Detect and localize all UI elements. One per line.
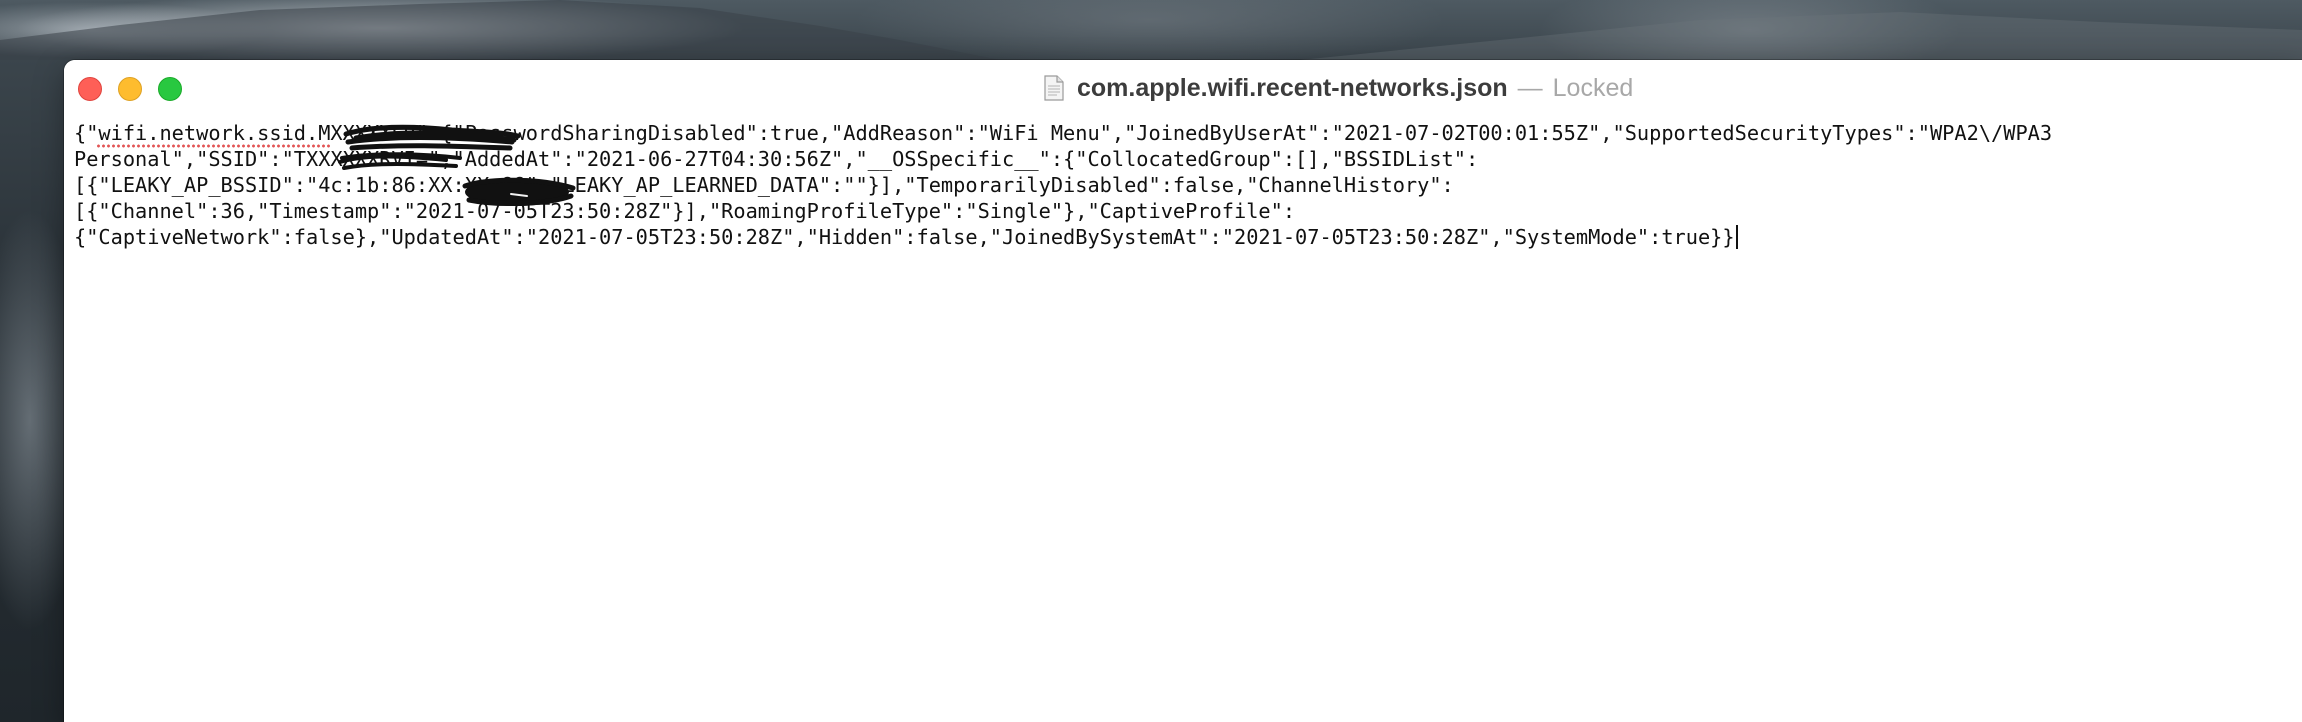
document-icon[interactable]: [1044, 75, 1064, 101]
zoom-button[interactable]: [158, 77, 182, 101]
window-title-separator: —: [1517, 73, 1543, 102]
window-title: com.apple.wifi.recent-networks.json — Lo…: [1044, 72, 1633, 104]
text-editor-window: com.apple.wifi.recent-networks.json — Lo…: [64, 60, 2302, 722]
close-button[interactable]: [78, 77, 102, 101]
code-line-2[interactable]: Personal","SSID":"TXXXXXXRVI=","AddedAt"…: [74, 146, 2284, 172]
code-line-1[interactable]: {"wifi.network.ssid.MXXXXXER":{"Password…: [74, 120, 2284, 146]
code-line-5[interactable]: {"CaptiveNetwork":false},"UpdatedAt":"20…: [74, 224, 2284, 250]
minimize-button[interactable]: [118, 77, 142, 101]
window-title-filename: com.apple.wifi.recent-networks.json: [1077, 73, 1508, 102]
code-line-4[interactable]: [{"Channel":36,"Timestamp":"2021-07-05T2…: [74, 198, 2284, 224]
document-locked-status[interactable]: Locked: [1553, 74, 1634, 103]
code-line-5-text[interactable]: {"CaptiveNetwork":false},"UpdatedAt":"20…: [74, 225, 1735, 249]
code-line-3[interactable]: [{"LEAKY_AP_BSSID":"4c:1b:86:XX:XX:88","…: [74, 172, 2284, 198]
window-titlebar[interactable]: com.apple.wifi.recent-networks.json — Lo…: [64, 60, 2302, 116]
text-cursor: [1735, 225, 1738, 249]
text-editor-content[interactable]: {"wifi.network.ssid.MXXXXXER":{"Password…: [74, 120, 2284, 710]
spellcheck-underline: [96, 144, 332, 148]
